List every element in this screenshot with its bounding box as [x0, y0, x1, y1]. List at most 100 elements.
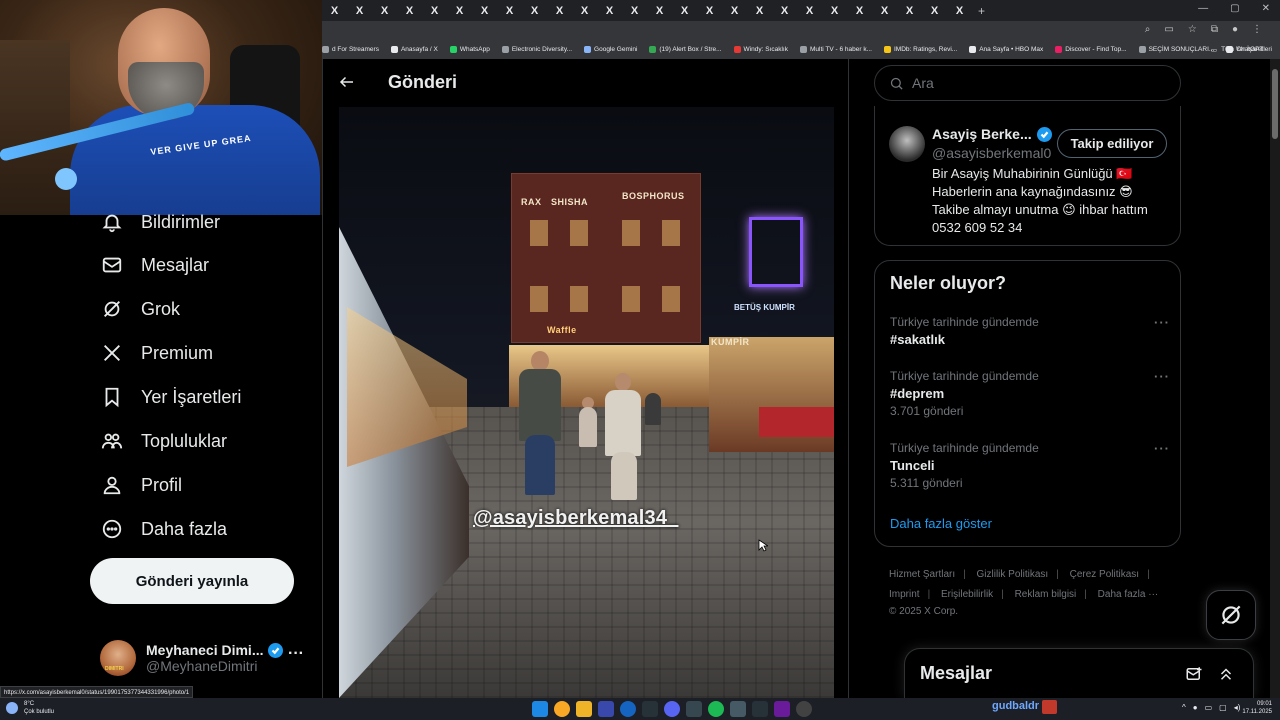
nav-item-communities[interactable]: Topluluklar — [100, 425, 227, 457]
browser-tab[interactable]: X — [872, 0, 897, 21]
back-arrow-icon[interactable] — [338, 73, 358, 93]
store-icon[interactable] — [598, 701, 614, 717]
extensions-icon[interactable]: ⧉ — [1211, 24, 1218, 35]
all-bookmarks[interactable]: ▭ Tüm Yer İşaretleri — [1211, 46, 1272, 54]
bookmark-item[interactable]: SEÇİM SONUÇLARI... — [1138, 46, 1214, 53]
author-avatar[interactable] — [889, 126, 925, 162]
browser-tab[interactable]: X — [847, 0, 872, 21]
browser-tab[interactable]: X — [397, 0, 422, 21]
chevron-up-icon[interactable]: ^ — [1182, 703, 1186, 712]
footer-link[interactable]: Çerez Politikası — [1070, 569, 1139, 580]
star-icon[interactable]: ☆ — [1188, 24, 1197, 35]
app-icon[interactable] — [686, 701, 702, 717]
spotify-icon[interactable] — [708, 701, 724, 717]
browser-tab[interactable]: X — [597, 0, 622, 21]
browser-tab[interactable]: X — [472, 0, 497, 21]
menu-icon[interactable]: ⋮ — [1252, 24, 1262, 35]
browser-tab[interactable]: X — [747, 0, 772, 21]
ellipsis-icon[interactable]: ··· — [1154, 441, 1170, 456]
author-name-row[interactable]: Asayiş Berke... — [932, 126, 1052, 142]
minimize-icon[interactable]: — — [1198, 3, 1208, 14]
browser-tab[interactable]: X — [772, 0, 797, 21]
ellipsis-icon[interactable]: ··· — [288, 645, 304, 663]
app-icon[interactable] — [796, 701, 812, 717]
browser-tab[interactable]: X — [522, 0, 547, 21]
footer-link[interactable]: Gizlilik Politikası — [977, 569, 1049, 580]
grok-floating-button[interactable] — [1206, 590, 1256, 640]
browser-tab[interactable]: X — [697, 0, 722, 21]
app-icon[interactable] — [730, 701, 746, 717]
maximize-icon[interactable]: ▢ — [1230, 3, 1239, 14]
volume-icon[interactable]: ◂) — [1234, 703, 1241, 712]
search-input[interactable]: Ara — [874, 65, 1181, 101]
address-bar[interactable]: ⌕ ▭ ☆ ⧉ ● ⋮ — [322, 21, 1280, 40]
browser-tab[interactable]: X — [797, 0, 822, 21]
scrollbar-thumb[interactable] — [1272, 69, 1278, 139]
post-button[interactable]: Gönderi yayınla — [90, 558, 294, 604]
nav-item-profile[interactable]: Profil — [100, 469, 182, 501]
show-more-link[interactable]: Daha fazla göster — [890, 516, 992, 531]
bookmark-item[interactable]: Windy: Sıcaklık — [733, 46, 788, 53]
bookmark-item[interactable]: Anasayfa / X — [390, 46, 438, 53]
new-tab-icon[interactable]: + — [978, 4, 985, 18]
bookmark-item[interactable]: Google Gemini — [584, 46, 637, 53]
system-tray[interactable]: ^ ● ▭ ▢ ◂) — [1182, 703, 1240, 712]
browser-tab[interactable]: X — [897, 0, 922, 21]
browser-tab[interactable]: X — [922, 0, 947, 21]
nav-item-premium[interactable]: Premium — [100, 337, 213, 369]
mic-icon[interactable]: ● — [1193, 703, 1198, 712]
display-icon[interactable]: ▢ — [1219, 703, 1227, 712]
bookmark-item[interactable]: WhatsApp — [449, 46, 490, 53]
app-icon[interactable] — [620, 701, 636, 717]
expand-up-icon[interactable] — [1217, 665, 1235, 683]
steam-icon[interactable] — [642, 701, 658, 717]
bookmark-item[interactable]: Electronic Diversity... — [501, 46, 572, 53]
footer-link[interactable]: Erişilebilirlik — [941, 589, 993, 600]
browser-tab[interactable]: X — [672, 0, 697, 21]
app-icon[interactable] — [752, 701, 768, 717]
account-switcher[interactable]: DIMITRI Meyhaneci Dimi... @MeyhaneDimitr… — [100, 633, 310, 683]
close-icon[interactable]: ✕ — [1262, 3, 1270, 14]
browser-tab[interactable]: X — [497, 0, 522, 21]
browser-tab[interactable]: X — [647, 0, 672, 21]
browser-tab[interactable]: X — [372, 0, 397, 21]
bookmark-item[interactable]: IMDb: Ratings, Revi... — [883, 46, 957, 53]
network-icon[interactable]: ▭ — [1205, 703, 1213, 712]
nav-item-more[interactable]: Daha fazla — [100, 513, 227, 545]
taskbar-clock[interactable]: 09:01 17.11.2025 — [1242, 700, 1272, 716]
browser-tab[interactable]: X — [547, 0, 572, 21]
bookmark-item[interactable]: Multi TV - 6 haber k... — [799, 46, 872, 53]
trend-item[interactable]: Türkiye tarihinde gündemde Tunceli 5.311… — [890, 441, 1170, 490]
app-icon[interactable] — [774, 701, 790, 717]
nav-item-grok[interactable]: Grok — [100, 293, 180, 325]
bookmark-item[interactable]: d For Streamers — [322, 46, 379, 53]
nav-item-notifications[interactable]: Bildirimler — [100, 206, 220, 238]
trend-item[interactable]: Türkiye tarihinde gündemde #deprem 3.701… — [890, 369, 1170, 418]
browser-tab[interactable]: X — [572, 0, 597, 21]
start-icon[interactable] — [532, 701, 548, 717]
bookmark-item[interactable]: (19) Alert Box / Stre... — [649, 46, 722, 53]
weather-widget[interactable]: 8°C Çok bulutlu — [6, 700, 54, 716]
profile-icon[interactable]: ● — [1232, 24, 1238, 35]
footer-link[interactable]: Reklam bilgisi — [1015, 589, 1077, 600]
browser-tab[interactable]: X — [622, 0, 647, 21]
browser-tab[interactable]: X — [822, 0, 847, 21]
browser-tab[interactable]: X — [947, 0, 972, 21]
trend-item[interactable]: Türkiye tarihinde gündemde #sakatlık ··· — [890, 315, 1170, 347]
bookmark-item[interactable]: Discover - Find Top... — [1055, 46, 1127, 53]
zoom-icon[interactable]: ⌕ — [1145, 24, 1151, 35]
bookmark-item[interactable]: Ana Sayfa • HBO Max — [969, 46, 1043, 53]
browser-tab[interactable]: X — [447, 0, 472, 21]
new-message-icon[interactable] — [1185, 665, 1203, 683]
chrome-icon[interactable] — [554, 701, 570, 717]
browser-tab[interactable]: X — [422, 0, 447, 21]
footer-link[interactable]: Daha fazla ··· — [1098, 589, 1159, 600]
messages-drawer[interactable]: Mesajlar — [904, 648, 1254, 698]
browser-tab[interactable]: X — [322, 0, 347, 21]
browser-tab[interactable]: X — [347, 0, 372, 21]
nav-item-messages[interactable]: Mesajlar — [100, 249, 209, 281]
ellipsis-icon[interactable]: ··· — [1154, 315, 1170, 330]
browser-tab[interactable]: X — [722, 0, 747, 21]
file-explorer-icon[interactable] — [576, 701, 592, 717]
footer-link[interactable]: Hizmet Şartları — [889, 569, 955, 580]
